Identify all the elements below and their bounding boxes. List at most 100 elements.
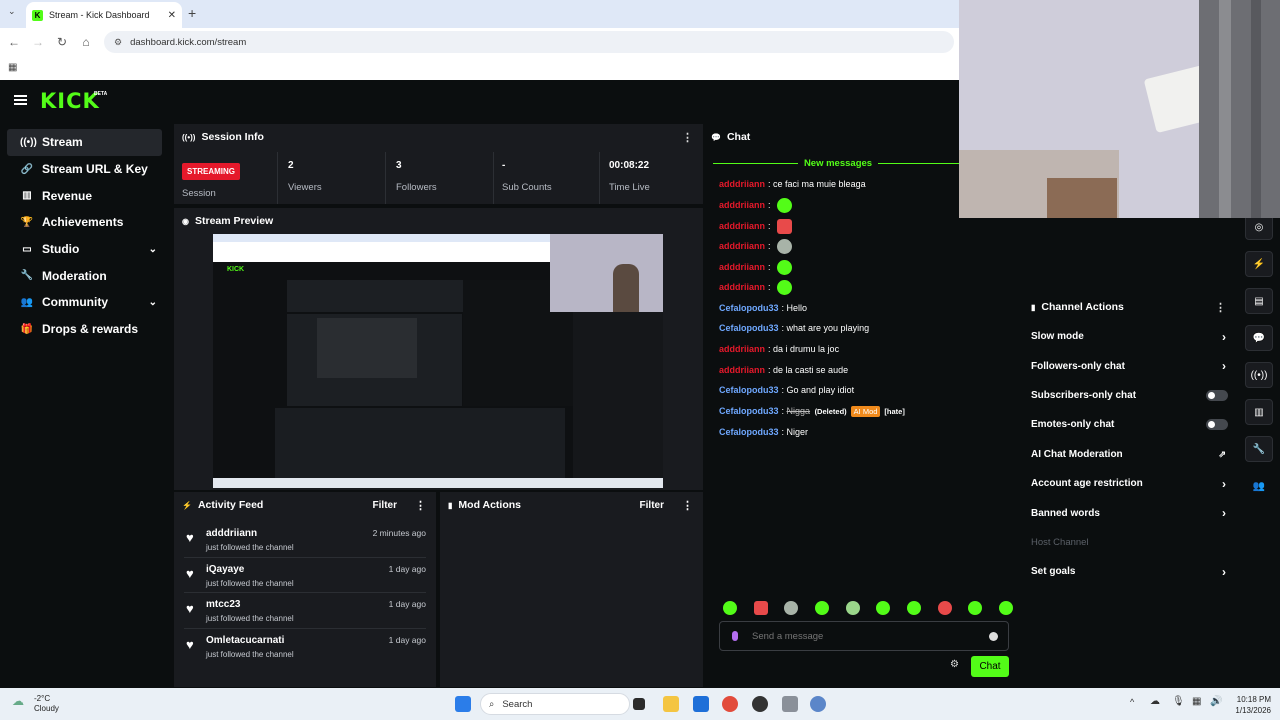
task-view-icon[interactable] <box>633 698 645 710</box>
store-icon[interactable] <box>693 696 709 712</box>
settings-icon[interactable] <box>810 696 826 712</box>
panel-title: Activity Feed <box>197 499 264 511</box>
file-explorer-icon[interactable] <box>663 696 679 712</box>
chat-username[interactable]: adddriiann <box>719 200 765 210</box>
chat-username[interactable]: Cefalopodu33 <box>719 385 779 395</box>
emote-icon <box>776 197 792 213</box>
emotes-only-toggle[interactable] <box>1206 419 1228 431</box>
chat-username[interactable]: Cefalopodu33 <box>719 323 779 333</box>
more-options-icon[interactable]: ⋮ <box>1215 301 1226 314</box>
chat-username[interactable]: adddriiann <box>719 179 765 189</box>
rail-wrench-icon[interactable]: 🔧 <box>1245 436 1273 462</box>
follower-name[interactable]: mtcc23 <box>206 599 240 610</box>
emote-icon[interactable] <box>876 601 891 615</box>
follower-name[interactable]: adddriiann <box>206 528 257 539</box>
sidebar-item-studio[interactable]: ▭ Studio ⌄ <box>7 236 162 263</box>
emote-icon[interactable] <box>937 601 952 615</box>
close-tab-icon[interactable]: ✕ <box>168 10 176 21</box>
chrome-icon[interactable] <box>722 696 738 712</box>
tab-search-icon[interactable]: ⌄ <box>8 6 16 17</box>
mic-tray-icon[interactable]: 🎙 <box>1172 696 1185 707</box>
emote-icon[interactable] <box>723 601 737 615</box>
sidebar-item-moderation[interactable]: 🔧 Moderation <box>7 262 162 289</box>
new-tab-icon[interactable]: + <box>188 5 196 21</box>
url-field[interactable]: ⚙ dashboard.kick.com/stream <box>104 31 954 53</box>
rail-bolt-icon[interactable]: ⚡ <box>1245 251 1273 277</box>
more-options-icon[interactable]: ⋮ <box>682 131 693 144</box>
emote-icon[interactable] <box>968 601 983 615</box>
chat-username[interactable]: adddriiann <box>719 365 765 375</box>
kick-logo[interactable]: KICK <box>40 89 100 113</box>
chat-username[interactable]: Cefalopodu33 <box>719 303 779 313</box>
rail-layout-icon[interactable]: ▥ <box>1245 399 1273 425</box>
set-goals-item[interactable]: Set goals › <box>1025 557 1236 586</box>
weather-temp: -2°C <box>34 694 51 703</box>
chat-settings-gear-icon[interactable]: ⚙ <box>950 659 959 670</box>
chat-text: Niger <box>786 427 809 437</box>
emote-icon[interactable] <box>845 601 860 615</box>
rail-community-icon[interactable]: 👥 <box>1245 473 1273 499</box>
emote-icon[interactable] <box>906 601 921 615</box>
follower-name[interactable]: iQayaye <box>206 564 244 575</box>
reload-icon[interactable]: ↻ <box>50 35 74 49</box>
chevron-up-icon[interactable]: ^ <box>1130 697 1134 707</box>
obs-icon[interactable] <box>752 696 768 712</box>
emote-bar <box>723 601 1013 615</box>
windows-start-icon[interactable] <box>455 696 471 712</box>
chat-message-input[interactable] <box>752 630 972 642</box>
sidebar-item-stream-url-key[interactable]: 🔗 Stream URL & Key <box>7 156 162 183</box>
activity-filter-button[interactable]: Filter <box>373 500 397 511</box>
chat-username[interactable]: adddriiann <box>719 221 765 231</box>
forward-icon[interactable]: → <box>26 35 50 49</box>
sidebar-item-revenue[interactable]: ▥ Revenue <box>7 182 162 209</box>
sidebar-item-achievements[interactable]: 🏆 Achievements <box>7 209 162 236</box>
more-options-icon[interactable]: ⋮ <box>415 499 426 512</box>
chat-username[interactable]: adddriiann <box>719 241 765 251</box>
emote-icon[interactable] <box>753 601 768 615</box>
sidebar-item-drops-rewards[interactable]: 🎁 Drops & rewards <box>7 316 162 343</box>
taskbar-clock[interactable]: 10:18 PM 1/13/2026 <box>1225 694 1271 716</box>
volume-icon[interactable]: 🔊 <box>1210 696 1222 707</box>
mic-icon[interactable] <box>732 631 738 641</box>
send-chat-button[interactable]: Chat <box>971 656 1009 677</box>
banned-words-item[interactable]: Banned words › <box>1025 498 1236 527</box>
home-icon[interactable]: ⌂ <box>74 35 98 49</box>
rail-broadcast-icon[interactable]: ((•)) <box>1245 362 1273 388</box>
emote-icon[interactable] <box>784 601 799 615</box>
emote-icon[interactable] <box>998 601 1013 615</box>
slow-mode-item[interactable]: Slow mode › <box>1025 322 1236 351</box>
followers-only-item[interactable]: Followers-only chat › <box>1025 351 1236 380</box>
sidebar-item-stream[interactable]: ((•)) Stream <box>7 129 162 156</box>
app-icon[interactable] <box>782 696 798 712</box>
back-icon[interactable]: ← <box>2 35 26 49</box>
menu-hamburger-icon[interactable] <box>14 95 27 105</box>
chat-username[interactable]: adddriiann <box>719 282 765 292</box>
emoji-picker-icon[interactable] <box>989 631 998 641</box>
follower-name[interactable]: Omletacucarnati <box>206 635 284 646</box>
browser-tab[interactable]: K Stream - Kick Dashboard ✕ <box>26 2 182 28</box>
emote-icon[interactable] <box>814 601 829 615</box>
chat-username[interactable]: Cefalopodu33 <box>719 406 779 416</box>
subscribers-only-toggle[interactable] <box>1206 389 1228 401</box>
chat-username[interactable]: Cefalopodu33 <box>719 427 779 437</box>
wifi-icon[interactable]: ▦ <box>1192 696 1201 707</box>
taskbar-search[interactable]: ⌕ Search <box>480 693 630 715</box>
account-age-item[interactable]: Account age restriction › <box>1025 469 1236 498</box>
mod-filter-button[interactable]: Filter <box>640 500 664 511</box>
rail-chat-icon[interactable]: 💬 <box>1245 325 1273 351</box>
rail-notes-icon[interactable]: ▤ <box>1245 288 1273 314</box>
sidebar-item-community[interactable]: 👥 Community ⌄ <box>7 289 162 316</box>
chat-text: Go and play idiot <box>786 385 855 395</box>
onedrive-icon[interactable]: ☁ <box>1150 696 1160 707</box>
weather-widget[interactable]: ☁ -2°C Cloudy <box>12 694 59 714</box>
ai-chat-moderation-item[interactable]: AI Chat Moderation ⇗ <box>1025 440 1236 469</box>
stream-preview-video[interactable]: KICK <box>213 234 663 488</box>
site-info-icon[interactable]: ⚙ <box>114 37 122 48</box>
chat-username[interactable]: adddriiann <box>719 262 765 272</box>
action-label: AI Chat Moderation <box>1031 448 1123 460</box>
chat-username[interactable]: adddriiann <box>719 344 765 354</box>
more-options-icon[interactable]: ⋮ <box>682 499 693 512</box>
apps-grid-icon[interactable]: ▦ <box>8 62 17 73</box>
trophy-icon: 🏆 <box>20 216 34 228</box>
quick-actions-rail: ◎ ⚡ ▤ 💬 ((•)) ▥ 🔧 👥 <box>1238 214 1280 496</box>
